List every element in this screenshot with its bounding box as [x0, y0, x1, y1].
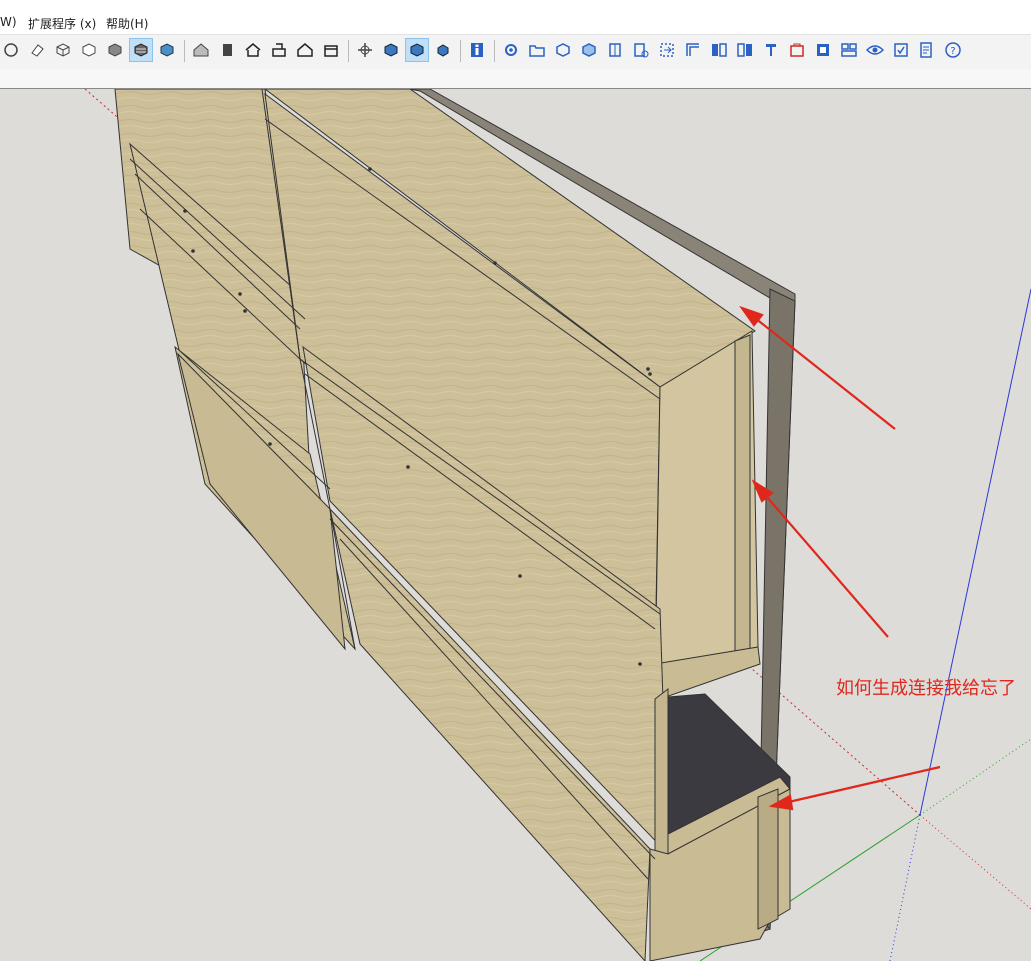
toolbar-separator [184, 40, 185, 62]
circle-icon [4, 43, 18, 57]
cube-shaded-tool-button[interactable] [104, 39, 126, 61]
house-front-icon [223, 44, 232, 56]
cube-wire-tool-button[interactable] [52, 39, 74, 61]
house-right-icon [272, 43, 286, 57]
eraser-tool-button[interactable] [26, 39, 48, 61]
component-tool-button[interactable] [552, 39, 574, 61]
panel-icon [634, 43, 649, 58]
report-icon [920, 42, 932, 58]
house-front-tool-button[interactable] [216, 39, 238, 61]
help-tool-button[interactable]: ? [942, 39, 964, 61]
cube-textured-icon [134, 43, 148, 57]
eye-tool-button[interactable] [864, 39, 886, 61]
menu-bar: W) 扩展程序 (x) 帮助(H) [0, 0, 1031, 34]
toolbar-separator [494, 40, 495, 62]
cube-shaded-icon [108, 43, 122, 57]
help-icon: ? [945, 42, 961, 58]
box-selected-icon [410, 43, 424, 57]
square-tool-button[interactable] [812, 39, 834, 61]
house-back-tool-button[interactable] [294, 39, 316, 61]
cube-outline-tool-button[interactable] [78, 39, 100, 61]
box-blue-icon [384, 43, 398, 57]
axis-blue [919, 288, 1031, 816]
grid-tool-button[interactable] [838, 39, 860, 61]
cube-textured-tool-button[interactable] [129, 38, 153, 62]
columns-icon [712, 43, 727, 57]
section-icon [358, 43, 372, 57]
door-icon [609, 43, 621, 57]
lower-box-inner-edge [757, 788, 779, 930]
house-top-tool-button[interactable] [242, 39, 264, 61]
middle-box-edge [654, 687, 669, 860]
menu-window[interactable]: W) [0, 15, 17, 29]
eye-icon [866, 45, 884, 55]
house-left-icon [324, 45, 338, 57]
folder-tool-button[interactable] [526, 39, 548, 61]
toolbar-separator [348, 40, 349, 62]
menu-extensions[interactable]: 扩展程序 (x) [28, 15, 96, 32]
info-tool-button[interactable] [466, 39, 488, 61]
house-right-tool-button[interactable] [268, 39, 290, 61]
toolbar: ? [0, 34, 1031, 70]
model-canvas[interactable] [0, 89, 1031, 961]
house-top-icon [245, 43, 261, 57]
house-iso-tool-button[interactable] [190, 39, 212, 61]
house-left-tool-button[interactable] [320, 39, 342, 61]
toolbox-red-tool-button[interactable] [786, 39, 808, 61]
component-move-tool-button[interactable] [578, 39, 600, 61]
viewport-frame [0, 69, 1031, 89]
circle-tool-button[interactable] [0, 39, 22, 61]
menu-help[interactable]: 帮助(H) [106, 15, 148, 32]
tool-tool-button[interactable] [760, 39, 782, 61]
frame-icon [686, 43, 699, 56]
box-blue-tool-button[interactable] [380, 39, 402, 61]
toolbox-red-icon [790, 43, 804, 57]
columns-tool-button[interactable] [708, 39, 730, 61]
columns-alt-tool-button[interactable] [734, 39, 756, 61]
component-move-icon [582, 43, 596, 57]
axis-green-negative [919, 738, 1031, 816]
square-icon [817, 44, 829, 56]
report-tool-button[interactable] [916, 39, 938, 61]
house-iso-icon [193, 43, 209, 57]
cube-outline-icon [82, 43, 96, 57]
cube-mono-icon [160, 43, 174, 57]
annotation-note: 如何生成连接我给忘了 [836, 678, 1016, 699]
axis-red-negative [919, 814, 1031, 910]
section-tool-button[interactable] [354, 39, 376, 61]
folder-icon [529, 45, 545, 57]
check-tool-button[interactable] [890, 39, 912, 61]
check-icon [894, 43, 908, 57]
axis-blue-negative [889, 814, 921, 961]
top-box-inner-edge [734, 334, 751, 658]
box-small-icon [437, 44, 449, 57]
frame-tool-button[interactable] [682, 39, 704, 61]
tool-icon [766, 44, 776, 56]
gear-tool-button[interactable] [500, 39, 522, 61]
door-tool-button[interactable] [604, 39, 626, 61]
info-icon [471, 43, 483, 57]
svg-text:?: ? [950, 46, 955, 57]
model-viewport[interactable]: 如何生成连接我给忘了 [0, 89, 1031, 961]
panel-tool-button[interactable] [630, 39, 652, 61]
columns-alt-icon [737, 43, 752, 57]
export-icon [660, 43, 674, 57]
grid-icon [841, 43, 857, 57]
box-small-tool-button[interactable] [432, 39, 454, 61]
component-icon [556, 43, 570, 57]
eraser-icon [31, 44, 44, 57]
cube-mono-tool-button[interactable] [156, 39, 178, 61]
export-tool-button[interactable] [656, 39, 678, 61]
gear-icon [505, 44, 517, 56]
toolbar-separator [460, 40, 461, 62]
cube-wire-icon [56, 43, 70, 57]
box-selected-tool-button[interactable] [405, 38, 429, 62]
house-back-icon [297, 43, 313, 57]
